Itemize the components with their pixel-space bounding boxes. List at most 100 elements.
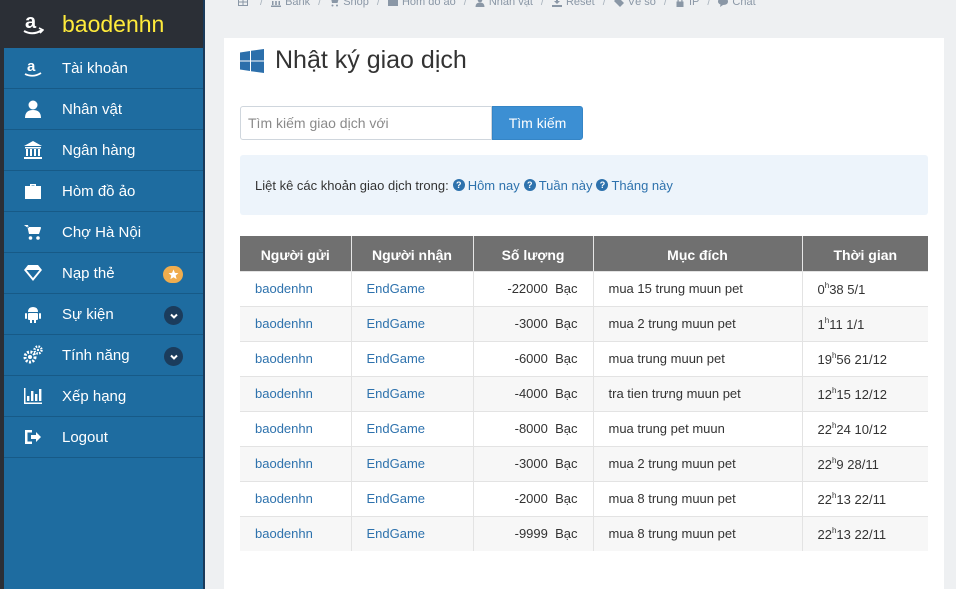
receiver-link[interactable]: EndGame bbox=[367, 316, 426, 331]
sender-link[interactable]: baodenhn bbox=[255, 491, 313, 506]
diamond-icon bbox=[4, 263, 62, 283]
cell-purpose: mua trung pet muun bbox=[593, 410, 803, 446]
sidebar-item-ngan-hang[interactable]: Ngân hàng bbox=[4, 130, 203, 171]
breadcrumb-item-hom-do-ao[interactable]: Hòm đồ ảo bbox=[387, 0, 456, 8]
brand[interactable]: a baodenhn bbox=[4, 0, 203, 48]
receiver-link[interactable]: EndGame bbox=[367, 526, 426, 541]
amount-unit: Bạc bbox=[555, 316, 578, 331]
sidebar-item-su-kien[interactable]: Sự kiện bbox=[4, 294, 203, 335]
breadcrumb-item-reset[interactable]: Reset bbox=[551, 0, 595, 8]
receiver-link[interactable]: EndGame bbox=[367, 281, 426, 296]
amount-unit: Bạc bbox=[555, 456, 578, 471]
time-hour: 12 bbox=[817, 386, 832, 402]
breadcrumb-item-shop[interactable]: Shop bbox=[329, 0, 369, 8]
cell-sender: baodenhn bbox=[240, 410, 352, 446]
receiver-link[interactable]: EndGame bbox=[367, 351, 426, 366]
table-row: baodenhn EndGame -22000 Bạc mua 15 trung mu… bbox=[240, 270, 928, 306]
sidebar-item-label: Tính năng bbox=[62, 346, 130, 364]
table-row: baodenhn EndGame -2000 Bạc mua 8 trung muun… bbox=[240, 480, 928, 516]
breadcrumb-item-ip[interactable]: IP bbox=[675, 0, 699, 8]
cell-amount: -22000 Bạc bbox=[473, 270, 594, 306]
time-rest: 56 21/12 bbox=[836, 351, 888, 367]
sidebar-item-xep-hang[interactable]: Xếp hạng bbox=[4, 376, 203, 417]
sign-out-icon bbox=[4, 427, 62, 447]
breadcrumb-separator: / bbox=[318, 0, 322, 8]
breadcrumb-item-chat[interactable]: Chat bbox=[718, 0, 756, 8]
sidebar-item-label: Ngân hàng bbox=[62, 141, 136, 159]
cell-amount: -6000 Bạc bbox=[473, 340, 594, 376]
sidebar-item-label: Sự kiện bbox=[62, 305, 114, 323]
amount-unit: Bạc bbox=[555, 526, 578, 542]
cell-time: 22h24 10/12 bbox=[802, 410, 928, 446]
cell-time: 12h15 12/12 bbox=[802, 375, 928, 411]
sidebar-item-tinh-nang[interactable]: Tính năng bbox=[4, 335, 203, 376]
filter-prefix: Liệt kê các khoản giao dịch trong: bbox=[255, 177, 449, 193]
breadcrumb-separator: / bbox=[602, 0, 606, 8]
breadcrumb-separator: / bbox=[663, 0, 667, 8]
time-hour: 22 bbox=[817, 456, 832, 472]
filter-this-month-link[interactable]: ? Tháng này bbox=[596, 178, 673, 193]
amount-unit: Bạc bbox=[555, 491, 578, 506]
cell-receiver: EndGame bbox=[351, 340, 474, 376]
breadcrumb-item-nhan-vat[interactable]: Nhân vật bbox=[475, 0, 533, 8]
filter-today-link[interactable]: ? Hôm nay bbox=[452, 178, 520, 193]
sender-link[interactable]: baodenhn bbox=[255, 526, 313, 541]
time-hour: 22 bbox=[817, 491, 832, 507]
cell-sender: baodenhn bbox=[240, 305, 352, 341]
time-rest: 38 5/1 bbox=[829, 281, 866, 297]
breadcrumb-item-table[interactable] bbox=[238, 0, 252, 7]
time-rest: 9 28/11 bbox=[836, 456, 879, 472]
amount-value: -6000 bbox=[514, 351, 548, 366]
cell-purpose: mua trung muun pet bbox=[593, 340, 803, 376]
breadcrumb: / Bank / Shop / Hòm đồ ảo / Nhân vật / R… bbox=[238, 0, 756, 10]
breadcrumb-separator: / bbox=[260, 0, 264, 8]
user-icon bbox=[4, 99, 62, 119]
sender-link[interactable]: baodenhn bbox=[255, 456, 313, 471]
breadcrumb-item-ve-so[interactable]: Vé số bbox=[613, 0, 656, 8]
sender-link[interactable]: baodenhn bbox=[255, 421, 313, 436]
filter-this-week-link[interactable]: ? Tuần này bbox=[523, 178, 592, 193]
breadcrumb-separator: / bbox=[540, 0, 544, 8]
sidebar-item-hom-do-ao[interactable]: Hòm đồ ảo bbox=[4, 171, 203, 212]
comment-icon bbox=[718, 0, 729, 7]
sidebar-item-nap-the[interactable]: Nạp thẻ bbox=[4, 253, 203, 294]
page-title: Nhật ký giao dịch bbox=[275, 46, 467, 74]
receiver-link[interactable]: EndGame bbox=[367, 421, 426, 436]
sidebar-item-nhan-vat[interactable]: Nhân vật bbox=[4, 89, 203, 130]
table-header-row: Người gửi Người nhận Số lượng Mục đích T… bbox=[240, 236, 928, 271]
receiver-link[interactable]: EndGame bbox=[367, 386, 426, 401]
sidebar-item-label: Chợ Hà Nội bbox=[62, 223, 142, 241]
receiver-link[interactable]: EndGame bbox=[367, 491, 426, 506]
table-icon bbox=[238, 0, 248, 6]
sender-link[interactable]: baodenhn bbox=[255, 281, 313, 296]
sender-link[interactable]: baodenhn bbox=[255, 351, 313, 366]
receiver-link[interactable]: EndGame bbox=[367, 456, 426, 471]
time-rest: 13 22/11 bbox=[836, 526, 887, 542]
sender-link[interactable]: baodenhn bbox=[255, 316, 313, 331]
cart-icon bbox=[4, 222, 62, 242]
chevron-down-icon[interactable] bbox=[164, 306, 183, 325]
breadcrumb-item-bank[interactable]: Bank bbox=[271, 0, 310, 8]
sender-link[interactable]: baodenhn bbox=[255, 386, 313, 401]
amount-unit: Bạc bbox=[555, 421, 578, 436]
column-header-purpose: Mục đích bbox=[593, 236, 803, 271]
sidebar-item-logout[interactable]: Logout bbox=[4, 417, 203, 458]
chevron-down-icon[interactable] bbox=[164, 347, 183, 366]
cell-amount: -8000 Bạc bbox=[473, 410, 594, 446]
cell-time: 22h13 22/11 bbox=[802, 515, 928, 551]
sidebar-item-tai-khoan[interactable]: a Tài khoản bbox=[4, 48, 203, 89]
cell-purpose: mua 8 trung muun pet bbox=[593, 515, 803, 551]
cell-purpose: mua 8 trung muun pet bbox=[593, 480, 803, 516]
cell-amount: -3000 Bạc bbox=[473, 445, 594, 481]
sidebar-item-label: Nạp thẻ bbox=[62, 264, 115, 282]
bank-icon bbox=[271, 0, 282, 7]
cell-sender: baodenhn bbox=[240, 515, 352, 551]
search-input[interactable] bbox=[240, 106, 492, 140]
cell-time: 22h13 22/11 bbox=[802, 480, 928, 516]
briefcase-icon bbox=[387, 0, 398, 6]
amazon-icon: a bbox=[4, 12, 62, 36]
search-button[interactable]: Tìm kiếm bbox=[492, 106, 583, 140]
sidebar-item-cho-ha-noi[interactable]: Chợ Hà Nội bbox=[4, 212, 203, 253]
page-header: Nhật ký giao dịch bbox=[240, 46, 467, 75]
cart-icon bbox=[331, 0, 339, 7]
